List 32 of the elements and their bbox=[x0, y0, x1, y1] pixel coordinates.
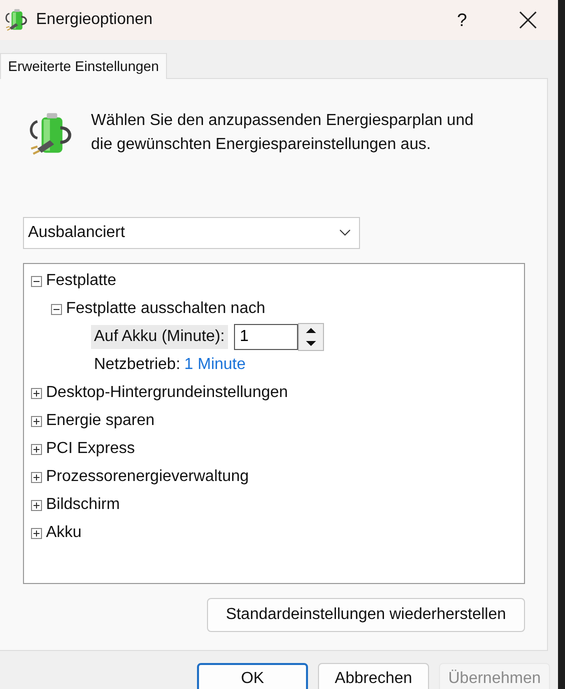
tree-item[interactable]: Energie sparen bbox=[46, 412, 155, 430]
collapse-icon[interactable] bbox=[51, 304, 62, 314]
restore-defaults-button[interactable]: Standardeinstellungen wiederherstellen bbox=[206, 598, 525, 632]
setting-label: Netzbetrieb: bbox=[94, 356, 180, 374]
expand-icon[interactable] bbox=[31, 500, 42, 510]
expand-icon[interactable] bbox=[31, 528, 42, 538]
dialog-button[interactable]: OK bbox=[197, 663, 308, 689]
help-button[interactable]: ? bbox=[432, 10, 492, 30]
setting-label[interactable]: Auf Akku (Minute): bbox=[91, 325, 228, 349]
tree-item[interactable]: Prozessorenergieverwaltung bbox=[46, 468, 249, 486]
dialog-button[interactable]: Abbrechen bbox=[318, 663, 429, 689]
expand-icon[interactable] bbox=[31, 416, 42, 426]
tree-item[interactable]: Desktop-Hintergrundeinstellungen bbox=[46, 384, 288, 402]
expand-icon[interactable] bbox=[31, 388, 42, 398]
minutes-field[interactable]: 1 bbox=[234, 324, 298, 350]
expand-icon[interactable] bbox=[31, 444, 42, 454]
tree-item[interactable]: Festplatte bbox=[46, 272, 116, 290]
close-icon[interactable] bbox=[519, 11, 537, 29]
intro-text: Wählen Sie den anzupassenden Energiesparplan und die gewünschten Energiespareinstellungen aus. bbox=[91, 111, 474, 155]
tree-item[interactable]: Festplatte ausschalten nach bbox=[66, 300, 266, 318]
collapse-icon[interactable] bbox=[31, 276, 42, 286]
tree-item[interactable]: Akku bbox=[46, 524, 82, 542]
expand-icon[interactable] bbox=[31, 472, 42, 482]
window-title: Energieoptionen bbox=[36, 11, 154, 29]
tree-item[interactable]: PCI Express bbox=[46, 440, 135, 458]
chevron-icon[interactable] bbox=[339, 229, 351, 237]
plan-dropdown[interactable]: Ausbalanciert bbox=[23, 217, 360, 249]
tree-item[interactable]: Bildschirm bbox=[46, 496, 120, 514]
app-icon bbox=[4, 7, 30, 33]
setting-value-link[interactable]: 1 Minute bbox=[184, 356, 246, 374]
tab[interactable]: Erweiterte Einstellungen bbox=[0, 53, 167, 79]
spin-buttons[interactable] bbox=[298, 323, 324, 351]
